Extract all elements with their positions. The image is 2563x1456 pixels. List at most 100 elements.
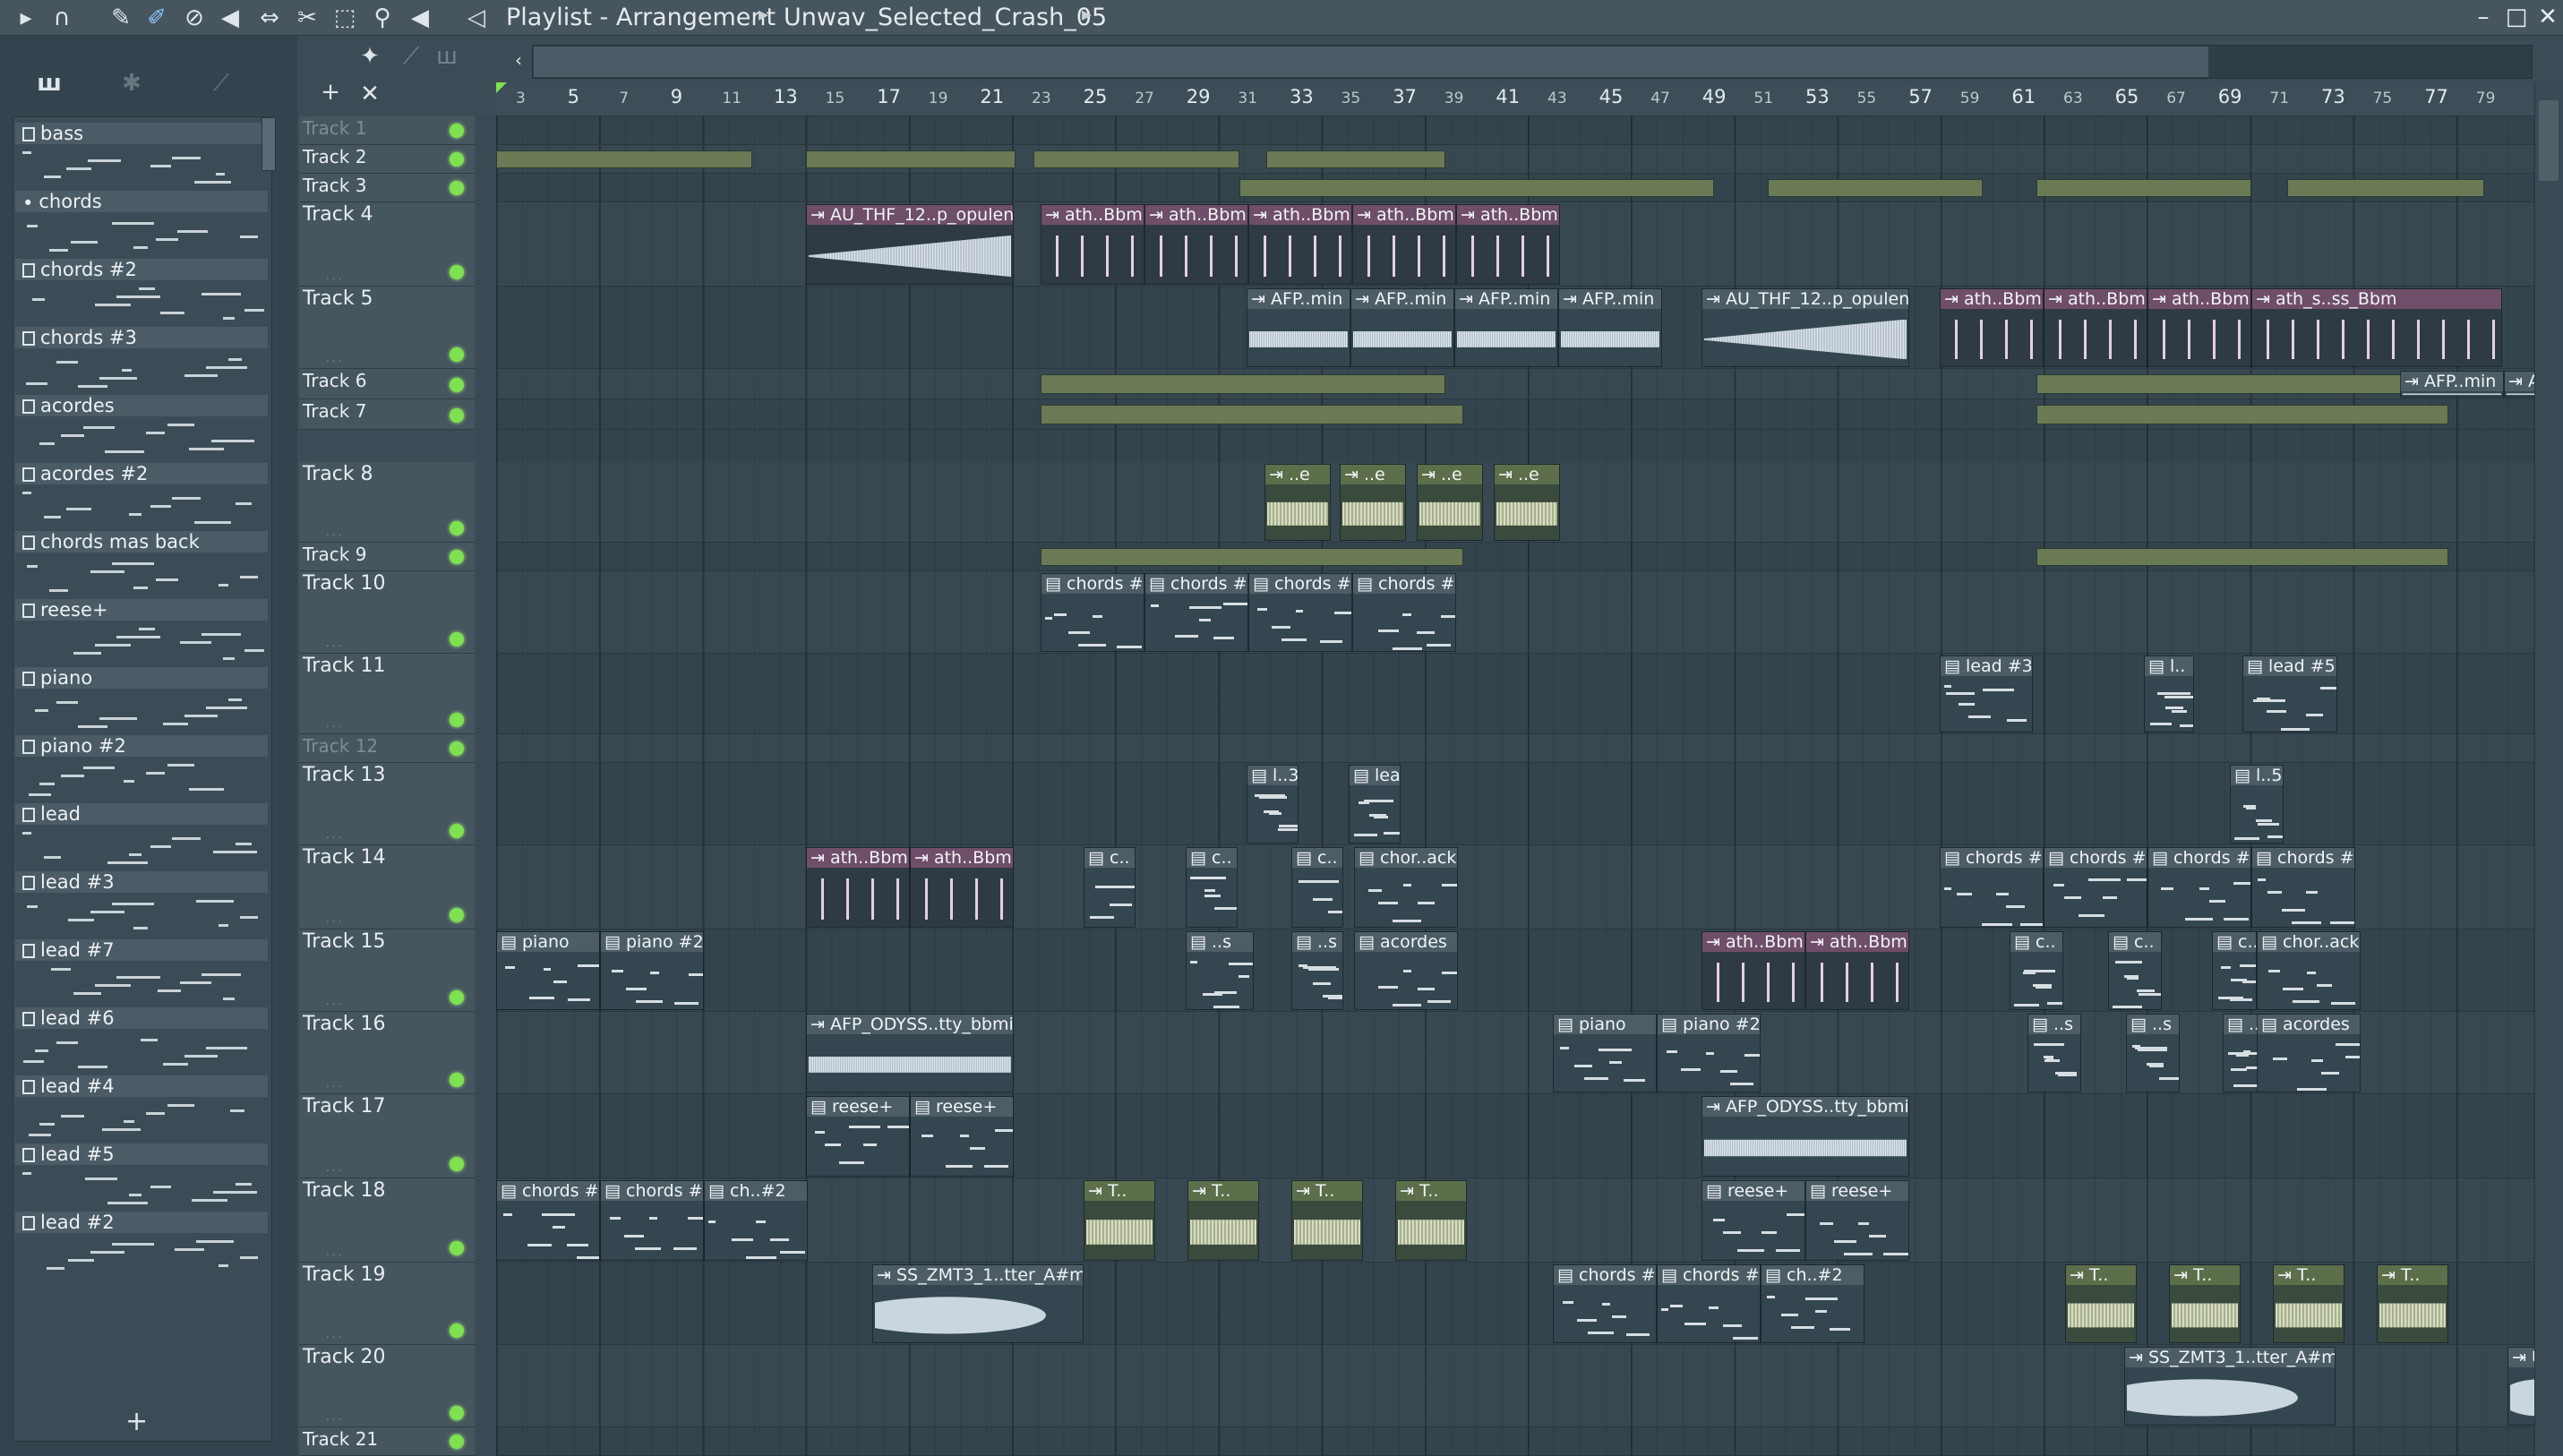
track-header[interactable]: Track 7 — [299, 399, 475, 430]
pattern-item[interactable]: reese+ — [15, 599, 268, 667]
add-track-button[interactable]: + — [315, 77, 346, 107]
pattern-clip[interactable]: ▤ l.. — [2144, 655, 2194, 732]
lane-clip[interactable] — [2036, 548, 2448, 566]
pattern-clip[interactable]: ▤ chords #3 — [2147, 847, 2251, 928]
pattern-clip[interactable]: ⇥ AFP..min — [1350, 288, 1454, 367]
lane-clip[interactable] — [1041, 374, 1445, 394]
pattern-clip[interactable]: ▤ chords #3 — [1144, 573, 1248, 652]
audio-clip[interactable]: ⇥ ath..Bbm — [1940, 288, 2044, 367]
lane-clip[interactable] — [806, 150, 1016, 168]
delete-icon[interactable]: ⊘ — [179, 3, 210, 33]
track-header[interactable]: Track 10... — [299, 571, 475, 654]
pattern-clip[interactable]: ▤ reese+ — [806, 1096, 910, 1177]
pattern-list-scrollbar[interactable] — [261, 117, 276, 171]
close-button[interactable]: ✕ — [2533, 2, 2563, 32]
pattern-clip[interactable]: ▤ reese+ — [1805, 1180, 1909, 1261]
drum-clip[interactable]: ⇥ T.. — [2377, 1264, 2448, 1343]
track-enable-led-icon[interactable] — [450, 181, 464, 195]
playhead-marker[interactable] — [496, 82, 507, 93]
pattern-clip[interactable]: ▤ ..s — [1291, 931, 1343, 1010]
audio-clip[interactable]: ⇥ ath..Bbm — [1702, 931, 1805, 1010]
pattern-item[interactable]: lead #3 — [15, 871, 268, 939]
pattern-clip[interactable]: ▤ l..5 — [2230, 765, 2284, 844]
track-resize-grip-icon[interactable]: ... — [326, 1246, 344, 1258]
lane-clip[interactable] — [2036, 374, 2448, 394]
pattern-clip[interactable]: ⇥ SS_ZMT3_1..tter_A#min — [872, 1264, 1084, 1343]
track-resize-grip-icon[interactable]: ... — [326, 1328, 344, 1340]
track-resize-grip-icon[interactable]: ... — [326, 912, 344, 925]
track-lane[interactable] — [496, 1263, 2554, 1345]
drum-clip[interactable]: ⇥ T.. — [2273, 1264, 2344, 1343]
link-icon[interactable]: ⟋ — [396, 41, 426, 72]
pattern-clip[interactable]: ▤ c.. — [2010, 931, 2063, 1010]
audio-clip[interactable]: ⇥ ath..Bbm — [806, 847, 910, 928]
track-resize-grip-icon[interactable]: ... — [326, 1077, 344, 1090]
track-header[interactable]: Track 3 — [299, 174, 475, 202]
audio-clip[interactable]: ⇥ ath..Bbm — [2044, 288, 2147, 367]
audio-clip[interactable]: ⇥ ath..Bbm — [2147, 288, 2251, 367]
pattern-clip[interactable]: ▤ reese+ — [910, 1096, 1014, 1177]
pattern-item[interactable]: chords #2 — [15, 259, 268, 327]
pattern-clip[interactable]: ⇥ AFP..min — [1454, 288, 1558, 367]
lane-clip[interactable] — [1033, 150, 1239, 168]
track-resize-grip-icon[interactable]: ... — [326, 526, 344, 538]
pattern-item[interactable]: • chords — [15, 191, 268, 259]
track-header[interactable]: Track 20... — [299, 1345, 475, 1427]
lane-clip[interactable] — [1266, 150, 1445, 168]
track-header[interactable]: Track 6 — [299, 369, 475, 399]
track-header[interactable]: Track 19... — [299, 1263, 475, 1345]
pattern-item[interactable]: lead #5 — [15, 1143, 268, 1212]
pattern-clip[interactable]: ▤ chords #3 — [2251, 847, 2355, 928]
pattern-clip[interactable]: ▤ l..3 — [1247, 765, 1299, 844]
pattern-clip[interactable]: ▤ chor..ack — [2257, 931, 2361, 1010]
lane-clip[interactable] — [2287, 179, 2484, 197]
track-header[interactable]: Track 15... — [299, 929, 475, 1012]
lane-clip[interactable] — [2036, 179, 2251, 197]
track-resize-grip-icon[interactable]: ... — [326, 717, 344, 730]
track-lane[interactable] — [496, 571, 2554, 654]
slip-icon[interactable]: ⇔ — [254, 3, 285, 33]
drum-clip[interactable]: ⇥ T.. — [2065, 1264, 2137, 1343]
pattern-clip[interactable]: ▤ piano — [496, 931, 600, 1010]
pattern-clip[interactable]: ⇥ AFP..min — [2400, 371, 2504, 398]
scroll-left-icon[interactable]: ‹ — [503, 45, 534, 75]
timeline-ruler[interactable]: 3 5 7 9 11 13 15 17 19 21 23 25 27 29 31 33 35 37 39 41 43 45… — [496, 82, 2563, 116]
track-enable-led-icon[interactable] — [450, 152, 464, 167]
track-resize-grip-icon[interactable]: ... — [326, 995, 344, 1007]
lane-clip[interactable] — [1239, 179, 1714, 197]
pattern-clip[interactable]: ⇥ AU_THF_12..p_opulent — [1702, 288, 1909, 367]
track-enable-led-icon[interactable] — [450, 1323, 464, 1338]
pattern-clip[interactable]: ▤ c.. — [1084, 847, 1136, 928]
pattern-clip[interactable]: ▤ chor..ack — [1354, 847, 1458, 928]
pattern-clip[interactable]: ▤ acordes — [2257, 1014, 2361, 1092]
drum-clip[interactable]: ⇥ T.. — [1291, 1180, 1363, 1261]
track-header[interactable]: Track 4... — [299, 202, 475, 287]
audio-clip[interactable]: ⇥ ath..Bbm — [1352, 204, 1456, 285]
zoom-icon[interactable]: ⚲ — [367, 3, 398, 33]
track-enable-led-icon[interactable] — [450, 1157, 464, 1171]
drum-clip[interactable]: ⇥ T.. — [1395, 1180, 1467, 1261]
automation-icon[interactable]: ⟋ — [206, 68, 236, 98]
mute-icon[interactable]: ◀ — [215, 3, 245, 33]
audio-clip[interactable]: ⇥ ath..Bbm — [1041, 204, 1144, 285]
track-enable-led-icon[interactable] — [450, 378, 464, 392]
pattern-clip[interactable]: ▤ chords #3 — [1248, 573, 1352, 652]
track-header[interactable]: Track 2 — [299, 145, 475, 174]
pattern-clip[interactable]: ⇥ AFP..min — [1247, 288, 1350, 367]
pattern-item[interactable]: lead #4 — [15, 1075, 268, 1143]
pattern-item[interactable]: piano — [15, 667, 268, 735]
audio-clip[interactable]: ⇥ ath..Bbm — [910, 847, 1014, 928]
audio-clip[interactable]: ⇥ ath..Bbm — [1456, 204, 1560, 285]
overview-scroll-thumb[interactable] — [534, 47, 2208, 77]
track-lane[interactable] — [496, 734, 2554, 763]
track-enable-led-icon[interactable] — [450, 713, 464, 727]
track-resize-grip-icon[interactable]: ... — [326, 352, 344, 364]
speaker-icon[interactable]: ◁ — [461, 3, 492, 33]
select-icon[interactable]: ⬚ — [330, 3, 360, 33]
track-enable-led-icon[interactable] — [450, 990, 464, 1005]
pattern-clip[interactable]: ▤ ..s — [2027, 1014, 2081, 1092]
audio-clip[interactable]: ⇥ ath..Bbm — [1248, 204, 1352, 285]
lane-clip[interactable] — [1768, 179, 1983, 197]
drum-clip[interactable]: ⇥ ..e — [1494, 464, 1560, 541]
draw-icon[interactable]: ✎ — [106, 3, 136, 33]
